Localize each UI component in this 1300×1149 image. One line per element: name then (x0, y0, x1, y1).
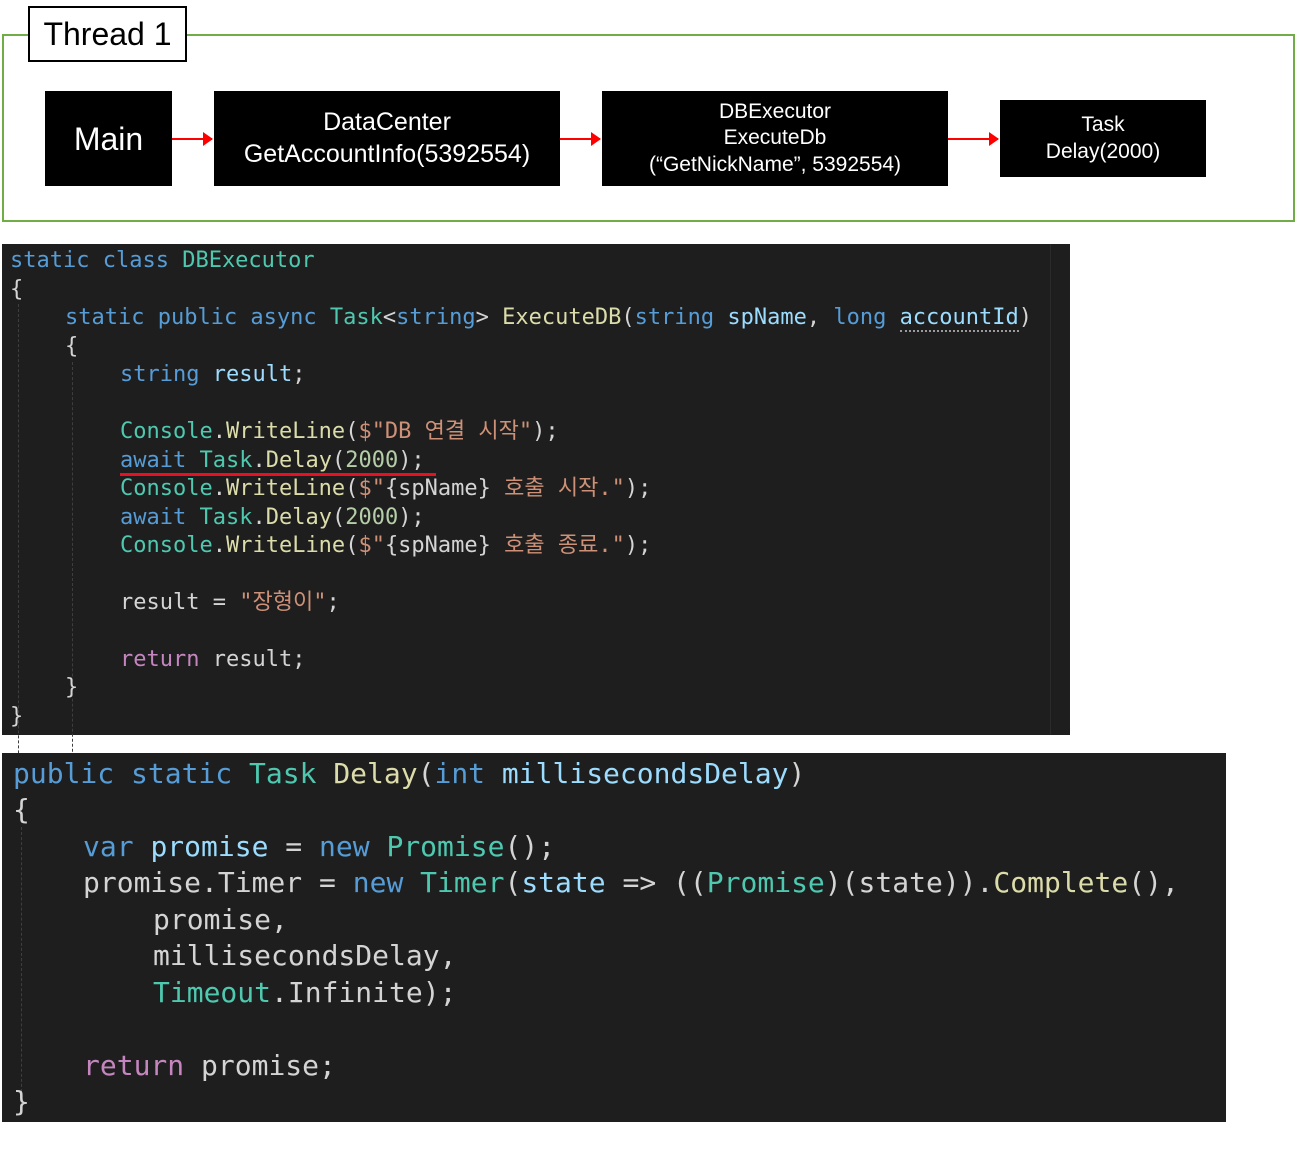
arrow-main-to-datacenter (172, 132, 213, 146)
code-line: promise, (153, 903, 288, 936)
code-line: } (10, 704, 24, 729)
node-task-line2: Delay(2000) (1045, 139, 1161, 163)
node-main: Main (45, 91, 172, 186)
node-dbexecutor-line3: (“GetNickName”, 5392554) (648, 152, 902, 176)
minimap-edge (1050, 244, 1051, 735)
code-line: await Task.Delay(2000); (120, 505, 425, 530)
thread-label-text: Thread 1 (43, 15, 172, 52)
code-line: Timeout.Infinite); (153, 976, 457, 1009)
code-panel-task-delay: public static Task Delay(int millisecond… (2, 753, 1226, 1122)
node-dbexecutor-line1: DBExecutor (718, 100, 832, 124)
code-line: { (10, 277, 24, 302)
code-line: Console.WriteLine($"DB 연결 시작"); (120, 419, 559, 444)
code-line: Console.WriteLine($"{spName} 호출 시작."); (120, 476, 652, 501)
code-line: static class DBExecutor (10, 248, 315, 273)
node-dbexecutor-line2: ExecuteDb (723, 126, 827, 150)
code-line: } (65, 675, 79, 700)
code-panel-dbexecutor: static class DBExecutor { static public … (2, 244, 1070, 944)
node-dbexecutor: DBExecutor ExecuteDb (“GetNickName”, 539… (602, 91, 948, 186)
code-line: promise.Timer = new Timer(state => ((Pro… (83, 866, 1179, 899)
indent-guide (21, 827, 22, 1097)
code-line: return promise; (83, 1049, 336, 1082)
code-line: return result; (120, 647, 306, 672)
code-line: var promise = new Promise(); (83, 830, 556, 863)
node-datacenter: DataCenter GetAccountInfo(5392554) (214, 91, 560, 186)
node-task-line1: Task (1081, 113, 1125, 137)
arrow-dbexecutor-to-task (948, 132, 999, 146)
code-line: millisecondsDelay, (153, 939, 457, 972)
code-line: string result; (120, 362, 306, 387)
node-datacenter-line1: DataCenter (323, 108, 451, 137)
node-datacenter-line2: GetAccountInfo(5392554) (243, 139, 531, 168)
code-line: } (13, 1085, 30, 1118)
node-main-label: Main (73, 120, 144, 157)
node-task: Task Delay(2000) (1000, 100, 1206, 177)
thread-label: Thread 1 (28, 6, 187, 62)
code-line: static public async Task<string> Execute… (65, 305, 1033, 332)
code-line: public static Task Delay(int millisecond… (13, 757, 806, 790)
code-line: { (13, 793, 30, 826)
code-line: { (65, 334, 79, 359)
arrow-datacenter-to-dbexecutor (560, 132, 601, 146)
code-line-highlighted: await Task.Delay(2000); (120, 448, 425, 473)
indent-guide (72, 362, 73, 792)
code-line: Console.WriteLine($"{spName} 호출 종료."); (120, 533, 652, 558)
code-line: result = "장형이"; (120, 590, 340, 615)
